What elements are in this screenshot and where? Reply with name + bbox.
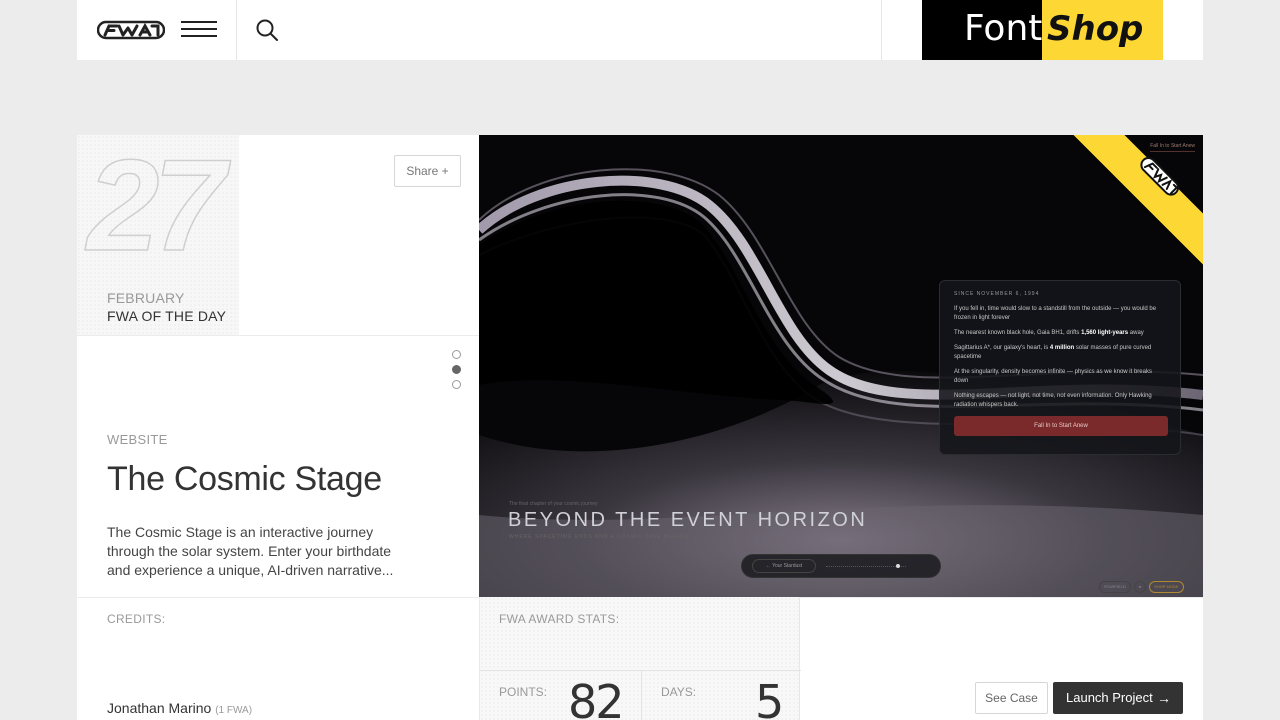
- divider: [641, 670, 642, 720]
- award-stats: FWA AWARD STATS: POINTS: 82 DAYS: 5: [479, 597, 801, 720]
- preview-progress-dot: [896, 564, 900, 568]
- project-type: WEBSITE: [107, 432, 168, 447]
- preview-corner-btn-1: STARFIELD: [1099, 581, 1131, 593]
- search-icon[interactable]: [255, 18, 279, 42]
- points-label: POINTS:: [499, 685, 548, 699]
- days-label: DAYS:: [661, 685, 697, 699]
- arrow-right-icon: →: [1157, 690, 1171, 706]
- ad-text-shop: Shop: [1047, 9, 1144, 49]
- award-badge-label: FWA OF THE DAY: [107, 308, 227, 324]
- see-case-button[interactable]: See Case: [975, 682, 1048, 714]
- preview-small-heading: The final chapter of your cosmic journey: [509, 501, 598, 507]
- slide-dot-3[interactable]: [452, 380, 461, 389]
- panel-fact-5: Nothing escapes — not light, not time, n…: [954, 393, 1152, 408]
- header-divider: [881, 0, 882, 60]
- panel-fact-4: At the singularity, density becomes infi…: [954, 369, 1152, 384]
- preview-top-link: Fall In to Start Anew: [1150, 143, 1195, 152]
- panel-fact-1: If you fell in, time would slow to a sta…: [954, 306, 1157, 321]
- date-box: 27 FEBRUARY FWA OF THE DAY: [77, 135, 239, 335]
- project-title: The Cosmic Stage: [107, 460, 382, 498]
- preview-progress-ticks: [826, 566, 906, 568]
- preview-corner-btn-2: ●: [1133, 581, 1147, 593]
- slide-dot-1[interactable]: [452, 350, 461, 359]
- ad-text-font: Font: [964, 8, 1043, 49]
- project-description: The Cosmic Stage is an interactive journ…: [107, 524, 394, 578]
- divider: [77, 335, 479, 336]
- fontshop-ad-banner[interactable]: Font Shop: [922, 0, 1163, 60]
- points-value: 82: [568, 675, 625, 720]
- credits-label: CREDITS:: [107, 612, 166, 626]
- preview-subheading: WHERE SPACETIME ENDS AND A COSMIC TALE B…: [509, 534, 689, 540]
- preview-info-panel: SINCE NOVEMBER 6, 1994 If you fell in, t…: [939, 280, 1181, 455]
- slide-pagination: [452, 350, 461, 395]
- fwa-logo[interactable]: [97, 19, 165, 41]
- hamburger-menu-icon[interactable]: [181, 21, 217, 39]
- stats-label: FWA AWARD STATS:: [499, 612, 620, 626]
- top-header: Font Shop: [77, 0, 1203, 60]
- panel-fact-3: Sagittarius A*, our galaxy's heart, is 4…: [954, 345, 1152, 360]
- fwa-feature-card: 27 FEBRUARY FWA OF THE DAY Share + WEBSI…: [77, 135, 1203, 720]
- panel-since: SINCE NOVEMBER 6, 1994: [954, 291, 1040, 297]
- credit-item[interactable]: Jonathan Marino (1 FWA): [107, 700, 252, 716]
- share-button[interactable]: Share +: [394, 155, 461, 187]
- credit-name[interactable]: Jonathan Marino: [107, 700, 211, 716]
- preview-corner-btn-3: SHOP MODE: [1149, 581, 1184, 593]
- project-screenshot[interactable]: Fall In to Start Anew SINCE NOVEMBER 6, …: [479, 135, 1203, 597]
- launch-project-button[interactable]: Launch Project →: [1053, 682, 1183, 714]
- days-value: 5: [755, 675, 785, 720]
- month-label: FEBRUARY: [107, 290, 185, 306]
- preview-corner-buttons: STARFIELD ● SHOP MODE: [1099, 575, 1187, 593]
- preview-nav-back: ← Your Stardust: [752, 559, 816, 573]
- launch-project-label: Launch Project: [1066, 690, 1153, 705]
- credit-count: (1 FWA): [215, 705, 253, 716]
- panel-fact-2: The nearest known black hole, Gaia BH1, …: [954, 330, 1144, 336]
- preview-nav-pill: ← Your Stardust: [741, 554, 941, 578]
- slide-dot-2[interactable]: [452, 365, 461, 374]
- preview-heading: BEYOND THE EVENT HORIZON: [508, 509, 868, 531]
- panel-button: Fall In to Start Anew: [954, 416, 1168, 436]
- day-number: 27: [86, 132, 226, 278]
- logo-cell: [77, 0, 237, 60]
